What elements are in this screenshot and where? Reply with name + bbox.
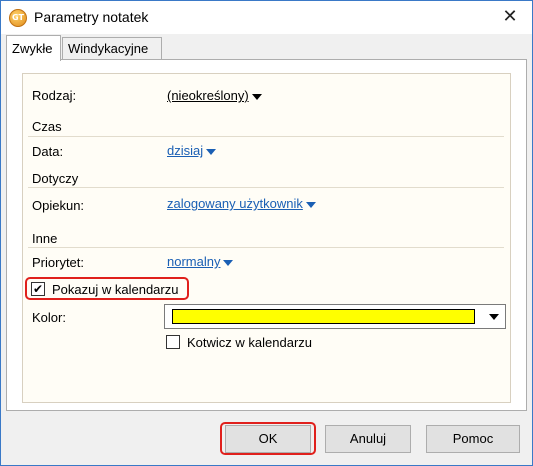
chevron-down-icon bbox=[489, 314, 499, 320]
section-inne: Inne bbox=[32, 231, 58, 246]
dropdown-arrow-icon bbox=[206, 148, 217, 155]
priorytet-value: normalny bbox=[167, 254, 221, 269]
dialog-window: GT Parametry notatek ✕ Zwykłe Windykacyj… bbox=[0, 0, 533, 466]
opiekun-value: zalogowany użytkownik bbox=[167, 196, 303, 211]
dropdown-arrow-icon bbox=[305, 201, 316, 208]
rodzaj-label: Rodzaj: bbox=[32, 88, 77, 103]
tab-windykacyjne[interactable]: Windykacyjne bbox=[62, 37, 162, 61]
opiekun-label: Opiekun: bbox=[32, 198, 85, 213]
window-title: Parametry notatek bbox=[34, 9, 149, 25]
rodzaj-value: (nieokreślony) bbox=[167, 88, 249, 103]
dropdown-arrow-icon bbox=[251, 93, 262, 100]
section-dotyczy: Dotyczy bbox=[32, 171, 79, 186]
kolor-label: Kolor: bbox=[32, 310, 66, 325]
close-button[interactable]: ✕ bbox=[488, 1, 532, 33]
divider bbox=[28, 247, 504, 248]
divider bbox=[28, 136, 504, 137]
ok-button[interactable]: OK bbox=[225, 425, 311, 453]
priorytet-label: Priorytet: bbox=[32, 255, 85, 270]
rodzaj-dropdown[interactable]: (nieokreślony) bbox=[167, 88, 262, 103]
title-bar: GT Parametry notatek ✕ bbox=[1, 1, 532, 34]
section-czas: Czas bbox=[32, 119, 62, 134]
help-button[interactable]: Pomoc bbox=[426, 425, 520, 453]
data-label: Data: bbox=[32, 144, 64, 159]
divider bbox=[28, 187, 504, 188]
dropdown-arrow-icon bbox=[223, 259, 234, 266]
priorytet-dropdown[interactable]: normalny bbox=[167, 254, 234, 269]
show-in-calendar-label: Pokazuj w kalendarzu bbox=[52, 282, 179, 297]
tab-zwykle[interactable]: Zwykłe bbox=[6, 35, 61, 61]
show-in-calendar-checkbox[interactable]: ✔ bbox=[31, 282, 45, 296]
parameters-group bbox=[22, 73, 511, 403]
anchor-in-calendar-label: Kotwicz w kalendarzu bbox=[187, 335, 312, 350]
opiekun-dropdown[interactable]: zalogowany użytkownik bbox=[167, 196, 316, 211]
data-dropdown[interactable]: dzisiaj bbox=[167, 143, 217, 158]
color-picker[interactable] bbox=[164, 304, 506, 329]
data-value: dzisiaj bbox=[167, 143, 204, 158]
color-swatch bbox=[172, 309, 475, 324]
app-icon: GT bbox=[9, 9, 27, 27]
cancel-button[interactable]: Anuluj bbox=[325, 425, 411, 453]
anchor-in-calendar-checkbox[interactable] bbox=[166, 335, 180, 349]
